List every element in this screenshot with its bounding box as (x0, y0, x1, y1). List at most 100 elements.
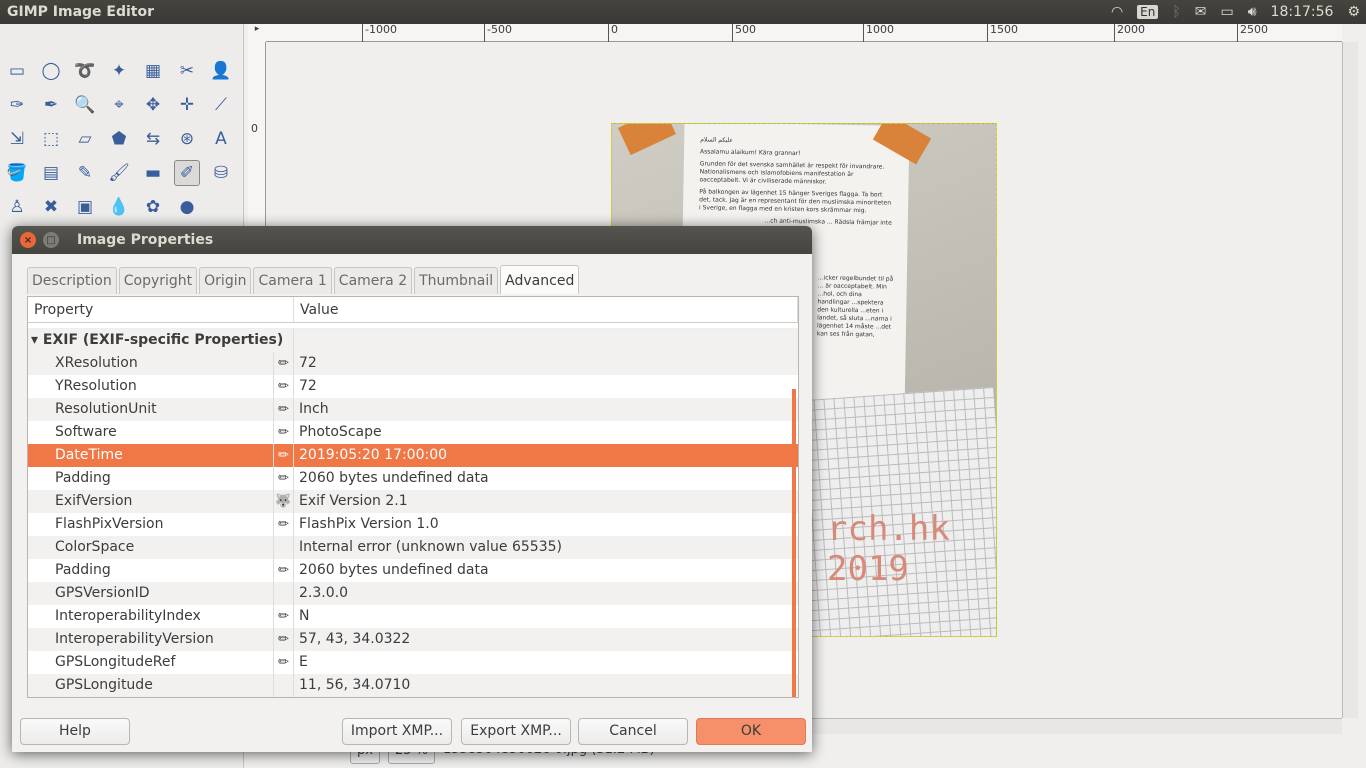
tool-icon[interactable]: ⬚ (38, 126, 64, 152)
tool-icon[interactable]: 👤 (208, 58, 234, 84)
ruler-label: -500 (484, 24, 512, 42)
mail-icon[interactable]: ✉ (1195, 4, 1207, 20)
table-row[interactable]: Padding ✏ 2060 bytes undefined data (28, 467, 798, 490)
export-xmp-button[interactable]: Export XMP... (461, 718, 571, 745)
property-value: 72 (299, 355, 317, 371)
tool-icon[interactable]: ✑ (4, 92, 30, 118)
empty-icon (274, 674, 294, 697)
tool-icon[interactable]: ✒ (38, 92, 64, 118)
tool-icon[interactable]: ▱ (72, 126, 98, 152)
tool-icon[interactable]: ⬟ (106, 126, 132, 152)
tool-icon[interactable]: 💧 (106, 194, 132, 220)
tool-icon[interactable]: ● (174, 194, 200, 220)
property-value: Exif Version 2.1 (299, 493, 408, 509)
tool-icon[interactable]: ⛁ (208, 160, 234, 186)
tool-icon[interactable]: 🪣 (4, 160, 30, 186)
tool-icon[interactable]: ✥ (140, 92, 166, 118)
tool-icon[interactable]: ✐ (174, 160, 200, 186)
table-row[interactable]: InteroperabilityIndex ✏ N (28, 605, 798, 628)
property-name: InteroperabilityIndex (28, 605, 274, 628)
horizontal-scrollbar[interactable] (812, 718, 1342, 734)
tool-icon[interactable]: ▣ (72, 194, 98, 220)
tool-icon[interactable]: ⇆ (140, 126, 166, 152)
pencil-icon: ✏ (274, 513, 294, 536)
tool-icon[interactable]: ✖ (38, 194, 64, 220)
tab-advanced[interactable]: Advanced (500, 265, 580, 294)
system-tray: ◠ En ᛒ ✉ ▭ 🔊︎ 18:17:56 ⚙ (1111, 0, 1360, 24)
tool-icon[interactable]: ✎ (72, 160, 98, 186)
table-row[interactable]: InteroperabilityVersion ✏ 57, 43, 34.0322 (28, 628, 798, 651)
tab-origin[interactable]: Origin (199, 267, 252, 294)
tool-icon[interactable]: ⌖ (106, 92, 132, 118)
tab-copyright[interactable]: Copyright (118, 267, 198, 294)
tool-icon[interactable]: ▭ (4, 58, 30, 84)
gimp-icon: 🐺 (274, 490, 294, 513)
tab-thumbnail[interactable]: Thumbnail (414, 267, 499, 294)
table-row[interactable]: ExifVersion 🐺 Exif Version 2.1 (28, 490, 798, 513)
handwriting: rch.hk 2019 (827, 509, 950, 589)
power-gear-icon[interactable]: ⚙ (1347, 4, 1360, 20)
volume-icon[interactable]: 🔊︎ (1248, 4, 1257, 20)
tool-icon[interactable]: ⇲ (4, 126, 30, 152)
column-property[interactable]: Property (28, 297, 294, 322)
group-row[interactable]: ▾ EXIF (EXIF-specific Properties) (28, 329, 798, 352)
tool-icon[interactable]: ♙ (4, 194, 30, 220)
table-scrollbar[interactable] (792, 389, 796, 697)
dialog-titlebar[interactable]: × □ Image Properties (12, 226, 812, 254)
tab-description[interactable]: Description (27, 267, 117, 294)
tool-icon[interactable]: ⊛ (174, 126, 200, 152)
column-value[interactable]: Value (294, 297, 798, 322)
tool-icon[interactable]: A (208, 126, 234, 152)
keyboard-layout[interactable]: En (1137, 5, 1159, 19)
tool-icon[interactable]: ⟋ (208, 92, 234, 118)
tab-camera-2[interactable]: Camera 2 (333, 267, 413, 294)
table-header: Property Value (28, 297, 798, 323)
property-value: PhotoScape (299, 424, 382, 440)
pencil-icon: ✏ (274, 651, 294, 674)
tab-camera-1[interactable]: Camera 1 (253, 267, 332, 294)
tool-icon[interactable]: ▤ (38, 160, 64, 186)
table-row[interactable]: GPSVersionID 2.3.0.0 (28, 582, 798, 605)
tool-icon[interactable]: ▬ (140, 160, 166, 186)
tool-icon[interactable]: 🔍 (72, 92, 98, 118)
ruler-label: 1000 (863, 24, 894, 42)
ok-button[interactable]: OK (696, 718, 806, 745)
table-row[interactable]: YResolution ✏ 72 (28, 375, 798, 398)
bluetooth-icon[interactable]: ᛒ (1172, 4, 1180, 20)
pencil-icon: ✏ (274, 375, 294, 398)
vertical-scrollbar[interactable] (1342, 42, 1358, 718)
table-row[interactable]: FlashPixVersion ✏ FlashPix Version 1.0 (28, 513, 798, 536)
tool-icon[interactable]: ◯ (38, 58, 64, 84)
table-row[interactable]: Software ✏ PhotoScape (28, 421, 798, 444)
tool-icon[interactable]: ✛ (174, 92, 200, 118)
help-button[interactable]: Help (20, 718, 130, 745)
table-row[interactable]: Padding ✏ 2060 bytes undefined data (28, 559, 798, 582)
pencil-icon: ✏ (274, 352, 294, 375)
battery-icon[interactable]: ▭ (1220, 4, 1233, 20)
tool-icon[interactable]: ✦ (106, 58, 132, 84)
table-row[interactable]: DateTime ✏ 2019:05:20 17:00:00 (28, 444, 798, 467)
import-xmp-button[interactable]: Import XMP... (342, 718, 452, 745)
clock[interactable]: 18:17:56 (1271, 4, 1334, 20)
dialog-title: Image Properties (77, 232, 214, 248)
cancel-button[interactable]: Cancel (578, 718, 688, 745)
table-row[interactable]: ResolutionUnit ✏ Inch (28, 398, 798, 421)
tool-icon[interactable]: ✿ (140, 194, 166, 220)
property-name: FlashPixVersion (28, 513, 274, 536)
table-row[interactable]: XResolution ✏ 72 (28, 352, 798, 375)
image-properties-dialog: × □ Image Properties Description Copyrigh… (12, 226, 812, 752)
maximize-icon[interactable]: □ (43, 232, 59, 248)
quick-mask-toggle[interactable]: ▸ (248, 24, 266, 42)
wifi-icon[interactable]: ◠ (1111, 4, 1123, 20)
tool-icon[interactable]: ▦ (140, 58, 166, 84)
tool-icon[interactable]: ➰ (72, 58, 98, 84)
table-row[interactable]: ColorSpace Internal error (unknown value … (28, 536, 798, 559)
tool-icon[interactable]: ✂ (174, 58, 200, 84)
ruler-label: 0 (251, 122, 258, 135)
tool-icon[interactable]: 🖌 (106, 160, 132, 186)
table-row[interactable]: GPSLongitude 11, 56, 34.0710 (28, 674, 798, 697)
pencil-icon: ✏ (274, 559, 294, 582)
tab-bar: Description Copyright Origin Camera 1 Camera… (27, 265, 580, 294)
close-icon[interactable]: × (20, 232, 36, 248)
table-row[interactable]: GPSLongitudeRef ✏ E (28, 651, 798, 674)
